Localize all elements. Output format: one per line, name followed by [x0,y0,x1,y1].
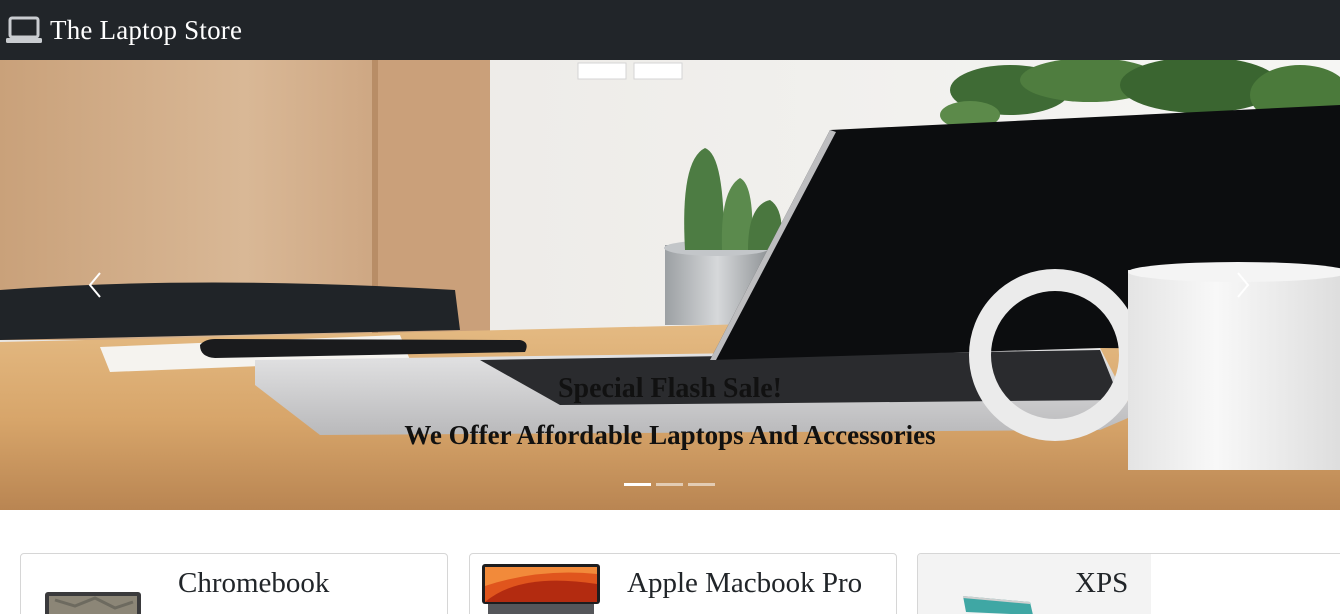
brand-link[interactable]: The Laptop Store [6,15,242,46]
macbook-pro-photo [482,564,600,614]
carousel-indicator-1[interactable] [624,483,651,486]
carousel-prev-button[interactable] [66,250,126,320]
product-title: Chromebook [178,567,330,599]
chevron-right-icon [1237,272,1250,298]
hero-carousel: Special Flash Sale! We Offer Affordable … [0,60,1340,510]
chevron-left-icon [88,272,101,298]
brand-name: The Laptop Store [50,14,243,45]
carousel-caption-subtitle: We Offer Affordable Laptops And Accessor… [404,420,936,450]
product-card-xps[interactable]: XPS [917,553,1340,614]
product-title: XPS [1075,567,1129,599]
product-card-macbook-pro[interactable]: Apple Macbook Pro [469,553,897,614]
carousel-indicators [624,483,715,486]
chromebook-photo [45,592,141,614]
carousel-indicator-3[interactable] [688,483,715,486]
top-navbar: The Laptop Store [0,0,1340,60]
product-title: Apple Macbook Pro [627,567,863,599]
product-card-chromebook[interactable]: Chromebook [20,553,448,614]
laptop-icon [6,16,42,43]
carousel-caption-title: Special Flash Sale! [557,373,782,404]
product-cards: Chromebook Apple Macbook Pro XPS [0,553,1340,614]
carousel-next-button[interactable] [1212,250,1272,320]
carousel-indicator-2[interactable] [656,483,683,486]
